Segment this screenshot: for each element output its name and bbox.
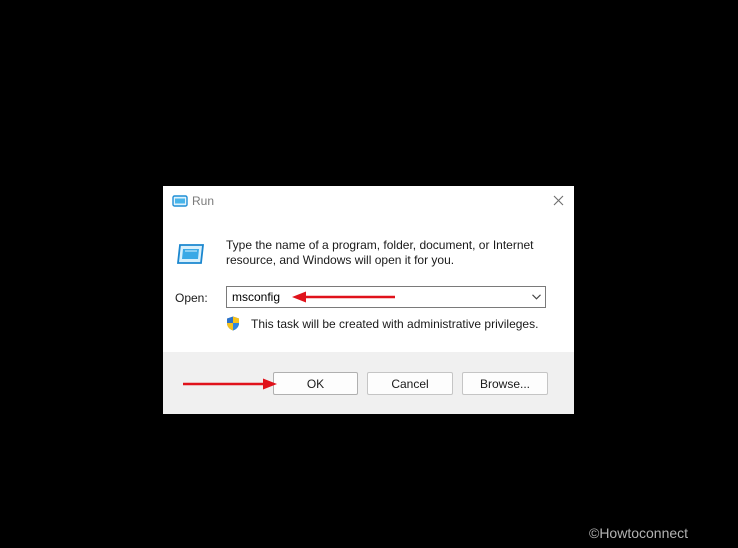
chevron-down-icon — [531, 294, 541, 300]
browse-button[interactable]: Browse... — [462, 372, 548, 395]
close-icon — [553, 195, 563, 206]
run-app-icon — [172, 195, 188, 207]
annotation-arrow-input — [292, 291, 395, 303]
watermark: ©Howtoconnect — [589, 525, 689, 541]
ok-button[interactable]: OK — [273, 372, 358, 395]
run-description: Type the name of a program, folder, docu… — [226, 238, 534, 267]
open-label: Open: — [175, 291, 208, 305]
title-bar: Run — [163, 186, 574, 217]
close-button[interactable] — [542, 186, 574, 215]
window-title: Run — [192, 194, 215, 208]
run-app-icon — [176, 244, 205, 264]
open-input[interactable]: msconfig — [232, 290, 280, 304]
admin-privileges-note: This task will be created with administr… — [251, 317, 539, 331]
annotation-arrow-ok — [183, 378, 277, 390]
cancel-button[interactable]: Cancel — [367, 372, 453, 395]
open-dropdown-button[interactable] — [527, 287, 545, 307]
uac-shield-icon — [227, 316, 239, 331]
